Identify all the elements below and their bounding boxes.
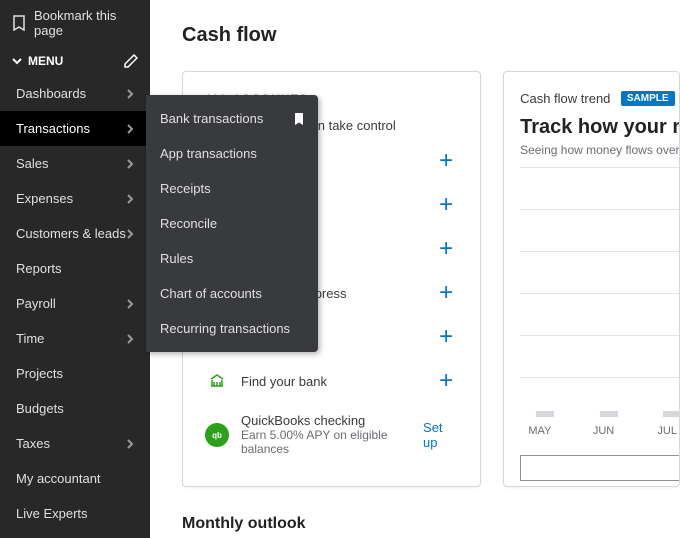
transactions-submenu: Bank transactions App transactions Receipt… <box>146 95 318 352</box>
chevron-right-icon <box>126 438 134 450</box>
chevron-right-icon <box>126 88 134 100</box>
submenu-item-receipts[interactable]: Receipts <box>146 171 318 206</box>
sidebar-item-budgets[interactable]: Budgets <box>0 391 150 426</box>
sidebar-item-label: Customers & leads <box>16 226 126 241</box>
chart-month-label: MAY <box>528 425 552 437</box>
sample-badge: SAMPLE <box>621 91 675 106</box>
submenu-item-label: Reconcile <box>160 216 217 231</box>
bookmark-page[interactable]: Bookmark this page <box>0 0 150 46</box>
sidebar-item-sales[interactable]: Sales <box>0 146 150 181</box>
chevron-right-icon <box>126 123 134 135</box>
submenu-item-rules[interactable]: Rules <box>146 241 318 276</box>
trend-sub: Seeing how money flows over ti <box>520 143 679 157</box>
sidebar-item-label: Transactions <box>16 121 90 136</box>
add-account-button[interactable]: + <box>434 369 458 393</box>
chevron-right-icon <box>126 158 134 170</box>
chart-axis: MAY JUN JUL <box>528 425 679 437</box>
submenu-item-chart-of-accounts[interactable]: Chart of accounts <box>146 276 318 311</box>
bank-name: Find your bank <box>241 374 327 389</box>
sidebar-item-label: My accountant <box>16 471 101 486</box>
sidebar-item-dashboards[interactable]: Dashboards <box>0 76 150 111</box>
sidebar-item-label: Projects <box>16 366 63 381</box>
sidebar-item-expenses[interactable]: Expenses <box>0 181 150 216</box>
sidebar-item-taxes[interactable]: Taxes <box>0 426 150 461</box>
menu-header: MENU <box>0 46 150 76</box>
submenu-item-app-transactions[interactable]: App transactions <box>146 136 318 171</box>
cash-flow-trend-card: Cash flow trend SAMPLE Track how your mo… <box>503 71 680 487</box>
bookmark-label: Bookmark this page <box>34 8 138 38</box>
setup-link[interactable]: Set up <box>423 420 458 450</box>
sidebar-item-payroll[interactable]: Payroll <box>0 286 150 321</box>
sidebar-item-projects[interactable]: Projects <box>0 356 150 391</box>
bookmark-icon <box>12 15 26 31</box>
chevron-right-icon <box>126 333 134 345</box>
bank-name: QuickBooks checking <box>241 413 423 428</box>
submenu-item-label: Bank transactions <box>160 111 263 126</box>
chevron-down-icon <box>12 56 22 66</box>
sidebar-item-customers-leads[interactable]: Customers & leads <box>0 216 150 251</box>
sidebar-item-live-experts[interactable]: Live Experts <box>0 496 150 531</box>
sidebar-item-my-accountant[interactable]: My accountant <box>0 461 150 496</box>
sidebar-item-label: Dashboards <box>16 86 86 101</box>
sidebar-item-label: Time <box>16 331 44 346</box>
page-title: Cash flow <box>182 24 680 47</box>
sidebar-item-transactions[interactable]: Transactions <box>0 111 150 146</box>
sidebar-item-reports[interactable]: Reports <box>0 251 150 286</box>
menu-list: Dashboards Transactions Sales Expenses Custo… <box>0 76 150 538</box>
svg-text:qb: qb <box>212 431 222 440</box>
chart-month-label: JUN <box>592 425 616 437</box>
sidebar-item-label: Payroll <box>16 296 56 311</box>
submenu-item-recurring-transactions[interactable]: Recurring transactions <box>146 311 318 346</box>
chevron-right-icon <box>126 298 134 310</box>
add-account-button[interactable]: + <box>434 193 458 217</box>
sidebar-item-label: Reports <box>16 261 62 276</box>
chart-month-label: JUL <box>655 425 679 437</box>
add-account-button[interactable]: + <box>434 149 458 173</box>
submenu-item-reconcile[interactable]: Reconcile <box>146 206 318 241</box>
bank-logo <box>205 369 229 393</box>
trend-title: Track how your mo <box>520 116 679 139</box>
bookmark-icon <box>294 113 304 125</box>
bank-row: Find your bank + <box>205 359 458 403</box>
submenu-item-label: Rules <box>160 251 193 266</box>
bank-subtext: Earn 5.00% APY on eligible balances <box>241 428 423 456</box>
submenu-item-bank-transactions[interactable]: Bank transactions <box>146 101 318 136</box>
sidebar-item-label: Sales <box>16 156 49 171</box>
monthly-outlook-title: Monthly outlook <box>182 515 680 533</box>
menu-label: MENU <box>28 54 63 68</box>
chart-area: MAYJUNJUL <box>520 167 679 407</box>
submenu-item-label: Chart of accounts <box>160 286 262 301</box>
submenu-item-label: Receipts <box>160 181 211 196</box>
add-account-button[interactable]: + <box>434 325 458 349</box>
submenu-item-label: App transactions <box>160 146 257 161</box>
sidebar-item-label: Taxes <box>16 436 50 451</box>
sidebar: Bookmark this page MENU Dashboards Transa… <box>0 0 150 538</box>
pencil-icon[interactable] <box>124 54 138 68</box>
sidebar-item-label: Expenses <box>16 191 73 206</box>
bank-row: qb QuickBooks checkingEarn 5.00% APY on e… <box>205 403 458 466</box>
sidebar-item-label: Live Experts <box>16 506 88 521</box>
sidebar-item-time[interactable]: Time <box>0 321 150 356</box>
bank-logo: qb <box>205 423 229 447</box>
trend-label: Cash flow trend <box>520 91 610 106</box>
add-account-button[interactable]: + <box>434 281 458 305</box>
add-account-button[interactable]: + <box>434 237 458 261</box>
chevron-right-icon <box>126 228 134 240</box>
chevron-right-icon <box>126 193 134 205</box>
chart-input-box[interactable] <box>520 455 680 481</box>
sidebar-item-label: Budgets <box>16 401 64 416</box>
sidebar-item-lending-banking[interactable]: Lending & banking <box>0 531 150 538</box>
submenu-item-label: Recurring transactions <box>160 321 290 336</box>
